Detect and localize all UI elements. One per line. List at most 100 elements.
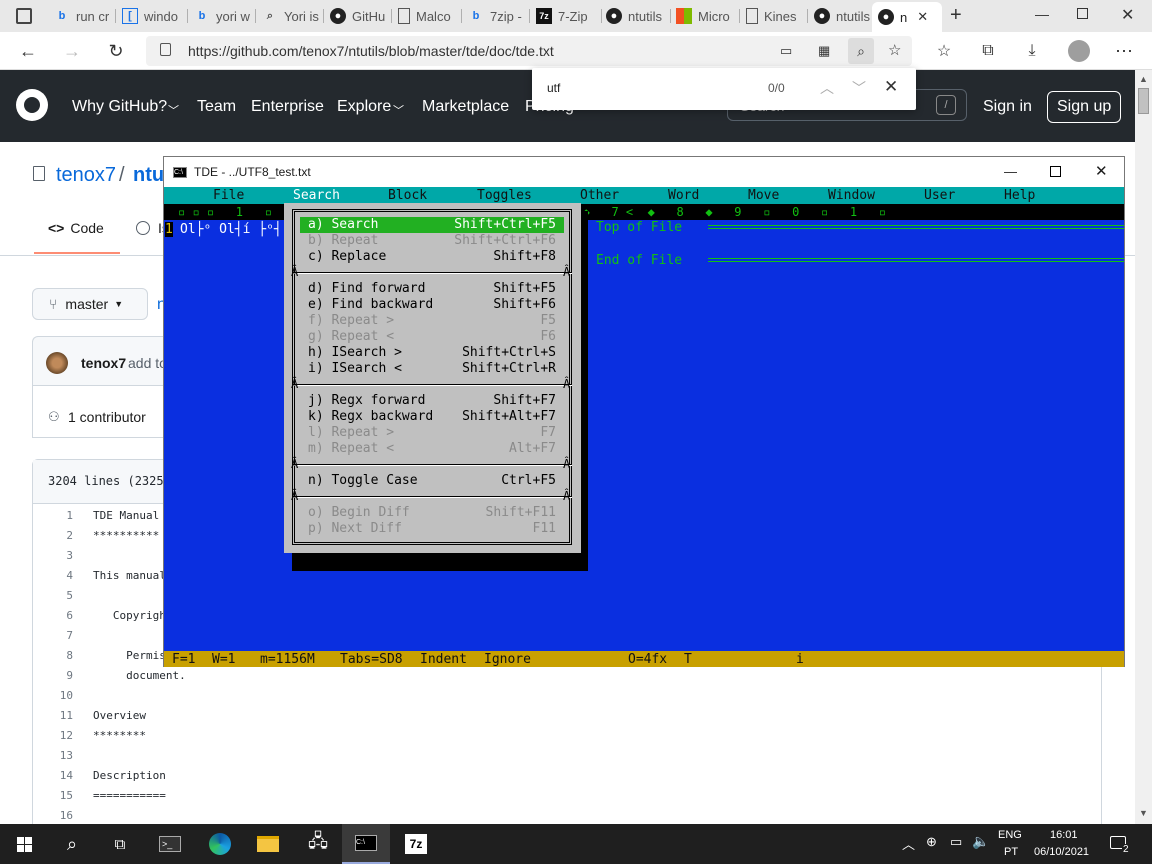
close-tab-icon[interactable]: ✕ (917, 9, 928, 25)
search-menu-item[interactable]: d) Find forward Shift+F5 (300, 281, 564, 297)
refresh-icon[interactable]: ↻ (102, 38, 130, 64)
nav-explore[interactable]: Explore (337, 98, 391, 116)
line-number[interactable]: 14 (33, 766, 73, 786)
search-menu-item[interactable]: h) ISearch > Shift+Ctrl+S (300, 345, 564, 361)
browser-tab[interactable]: b 7zip - (468, 4, 526, 28)
menu-block[interactable]: Block (388, 188, 427, 203)
apps-icon[interactable]: ▦ (818, 43, 830, 59)
clock-date[interactable]: 06/10/2021 (1034, 846, 1089, 858)
language-top[interactable]: ENG (998, 829, 1022, 841)
new-tab-icon[interactable]: + (950, 4, 962, 27)
search-menu-item[interactable]: g) Repeat < F6 (300, 329, 564, 345)
start-icon[interactable] (0, 824, 48, 864)
menu-move[interactable]: Move (748, 188, 779, 203)
browser-tab[interactable]: Kines (746, 4, 804, 28)
task-view-icon[interactable]: ⧉ (96, 824, 144, 864)
page-scrollbar[interactable]: ▲ ▼ (1135, 70, 1152, 824)
terminal-icon[interactable]: >_ (146, 824, 194, 864)
line-number[interactable]: 15 (33, 786, 73, 806)
github-logo-icon[interactable] (16, 89, 48, 121)
find-next-icon[interactable]: ﹀ (852, 78, 866, 98)
nav-team[interactable]: Team (197, 98, 236, 116)
line-number[interactable]: 12 (33, 726, 73, 746)
repo-name-link[interactable]: ntu (133, 164, 164, 187)
network-icon[interactable]: ▭ (950, 834, 962, 850)
search-menu-item[interactable]: c) Replace Shift+F8 (300, 249, 564, 265)
bluetooth-icon[interactable]: ⊕ (926, 834, 937, 850)
browser-tab[interactable]: b run cr (54, 4, 112, 28)
downloads-icon[interactable]: ⤓ (1018, 38, 1046, 64)
browser-tab[interactable]: 7z 7-Zip (536, 4, 598, 28)
nav-why-github[interactable]: Why GitHub? (72, 98, 167, 116)
line-number[interactable]: 6 (33, 606, 73, 626)
edge-icon[interactable] (196, 824, 244, 864)
find-previous-icon[interactable]: ︿ (820, 78, 834, 98)
tab-actions-icon[interactable] (16, 8, 32, 24)
close-window-icon[interactable]: ✕ (1121, 5, 1134, 25)
search-menu-item[interactable]: j) Regx forward Shift+F7 (300, 393, 564, 409)
search-icon[interactable]: ⌕ (48, 824, 96, 864)
find-icon-active[interactable]: ⌕ (848, 38, 874, 64)
browser-tab[interactable]: ● GitHu (330, 4, 388, 28)
network-app-icon[interactable]: 🖧 (294, 824, 342, 864)
search-menu-item[interactable]: p) Next Diff F11 (300, 521, 564, 537)
search-menu-item[interactable]: f) Repeat > F5 (300, 313, 564, 329)
menu-other[interactable]: Other (580, 188, 619, 203)
browser-tab[interactable]: [windo (122, 4, 184, 28)
browser-tab[interactable]: b yori w (194, 4, 252, 28)
browser-tab[interactable]: ● ntutils (814, 4, 872, 28)
sign-in-link[interactable]: Sign in (983, 98, 1032, 116)
scroll-thumb[interactable] (1138, 88, 1149, 114)
scroll-down-icon[interactable]: ▼ (1139, 808, 1148, 818)
find-close-icon[interactable]: ✕ (884, 77, 898, 97)
line-number[interactable]: 13 (33, 746, 73, 766)
line-number[interactable]: 16 (33, 806, 73, 826)
language-bottom[interactable]: PT (1004, 846, 1018, 858)
commit-author[interactable]: tenox7 (81, 355, 126, 371)
contributors-link[interactable]: 1 contributor (68, 409, 146, 425)
add-favorite-icon[interactable]: ☆ (888, 41, 901, 59)
line-number[interactable]: 2 (33, 526, 73, 546)
line-number[interactable]: 8 (33, 646, 73, 666)
avatar[interactable] (46, 352, 68, 374)
search-menu-item[interactable]: a) Search Shift+Ctrl+F5 (300, 217, 564, 233)
tde-terminal[interactable]: File Search Block Toggles Other Word Mov… (164, 187, 1124, 667)
menu-help[interactable]: Help (1004, 188, 1035, 203)
menu-search[interactable]: Search (293, 188, 340, 203)
menu-window[interactable]: Window (828, 188, 875, 203)
tab-code[interactable]: <> Code (48, 220, 104, 236)
menu-file[interactable]: File (213, 188, 244, 203)
menu-toggles[interactable]: Toggles (477, 188, 532, 203)
scroll-up-icon[interactable]: ▲ (1139, 74, 1148, 84)
search-menu-item[interactable]: e) Find backward Shift+F6 (300, 297, 564, 313)
back-icon[interactable]: ← (14, 38, 42, 64)
repo-owner-link[interactable]: tenox7 (56, 164, 116, 187)
search-menu-item[interactable]: l) Repeat > F7 (300, 425, 564, 441)
search-menu-item[interactable]: b) Repeat Shift+Ctrl+F6 (300, 233, 564, 249)
tde-titlebar[interactable]: C:\ TDE - ../UTF8_test.txt — ✕ (164, 157, 1124, 187)
collections-icon[interactable]: ⧉ (974, 38, 1002, 64)
line-number[interactable]: 3 (33, 546, 73, 566)
line-number[interactable]: 9 (33, 666, 73, 686)
nav-enterprise[interactable]: Enterprise (251, 98, 324, 116)
restore-icon[interactable] (1077, 8, 1088, 19)
file-explorer-icon[interactable] (244, 824, 292, 864)
line-number[interactable]: 10 (33, 686, 73, 706)
browser-tab[interactable]: Malco (398, 4, 458, 28)
search-menu-item[interactable]: k) Regx backward Shift+Alt+F7 (300, 409, 564, 425)
commit-message[interactable]: add to (128, 355, 167, 371)
line-number[interactable]: 1 (33, 506, 73, 526)
7zip-icon[interactable]: 7z (392, 824, 440, 864)
find-input[interactable]: utf (547, 81, 560, 95)
branch-select[interactable]: ⑂ master ▼ (32, 288, 148, 320)
favorites-icon[interactable]: ☆ (930, 38, 958, 64)
browser-tab[interactable]: ⌕ Yori is (262, 4, 320, 28)
line-number[interactable]: 7 (33, 626, 73, 646)
text-line[interactable]: Ol├ᵒ Ol┤í ├ᵒ┤ (180, 222, 282, 237)
tde-minimize-icon[interactable]: — (1004, 164, 1017, 179)
more-icon[interactable]: ⋯ (1110, 38, 1138, 64)
forward-icon[interactable]: → (58, 38, 86, 64)
line-number[interactable]: 4 (33, 566, 73, 586)
nav-marketplace[interactable]: Marketplace (422, 98, 509, 116)
tde-maximize-icon[interactable] (1050, 166, 1061, 177)
